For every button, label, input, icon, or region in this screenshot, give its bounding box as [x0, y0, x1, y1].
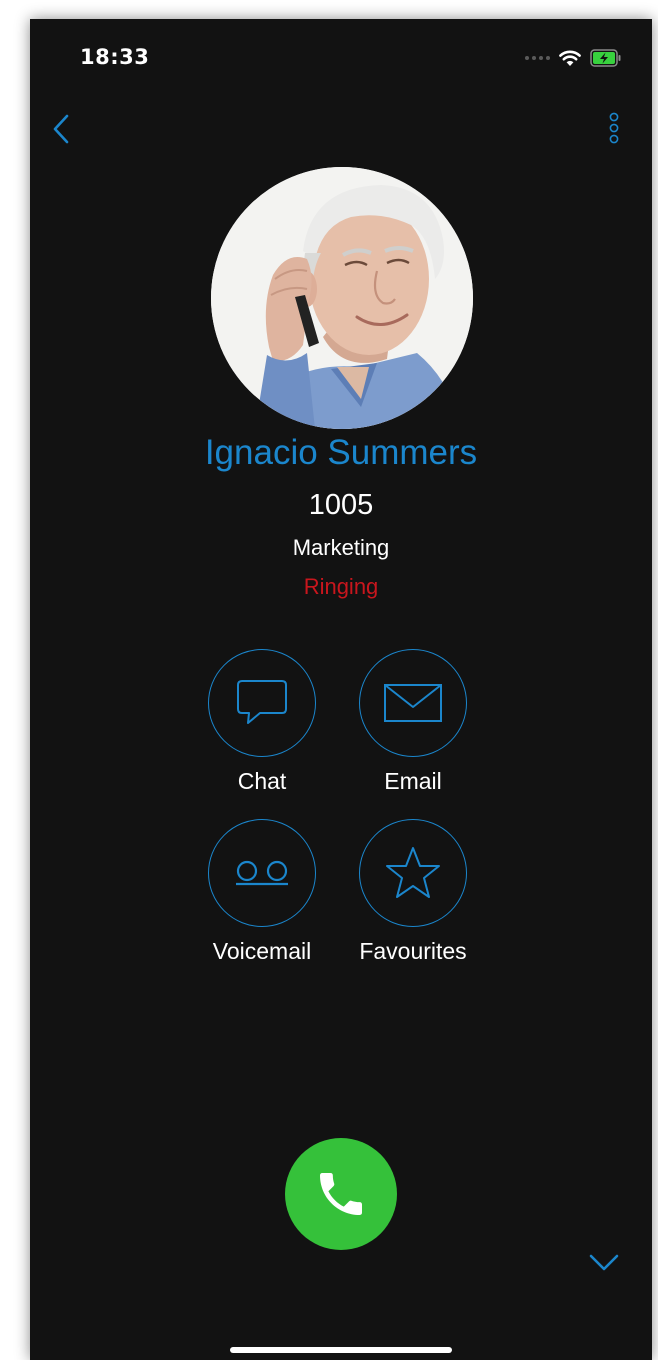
voicemail-button-circle[interactable] [208, 819, 316, 927]
status-indicators [525, 48, 622, 68]
favourites-button[interactable]: Favourites [338, 819, 488, 965]
contact-avatar [211, 167, 473, 429]
voicemail-button[interactable]: Voicemail [187, 819, 337, 965]
voicemail-label: Voicemail [212, 938, 312, 964]
phone-screen: 18:33 Ignacio Summers 1005 Marketing Rin… [30, 19, 652, 1360]
chat-bubble-icon [237, 680, 287, 724]
chevron-left-icon [53, 114, 69, 144]
home-indicator[interactable] [230, 1347, 452, 1353]
email-label: Email [384, 768, 442, 794]
chat-button[interactable]: Chat [187, 649, 337, 795]
chat-button-circle[interactable] [208, 649, 316, 757]
phone-icon [320, 1173, 362, 1215]
wifi-icon [559, 50, 581, 66]
email-button-circle[interactable] [359, 649, 467, 757]
more-options-button[interactable] [606, 111, 622, 151]
star-icon [386, 847, 440, 898]
contact-department: Marketing [292, 535, 390, 560]
favourites-label: Favourites [359, 938, 467, 964]
contact-name: Ignacio Summers [204, 433, 478, 472]
signal-strength-icon [525, 56, 550, 60]
status-time: 18:33 [80, 45, 150, 69]
call-status: Ringing [303, 574, 379, 599]
contact-photo [211, 167, 473, 429]
envelope-icon [384, 684, 442, 722]
chevron-down-icon [589, 1254, 619, 1271]
back-button[interactable] [48, 111, 76, 147]
voicemail-icon [236, 860, 288, 886]
battery-charging-icon [590, 49, 621, 67]
screenshot-frame: 18:33 Ignacio Summers 1005 Marketing Rin… [0, 0, 658, 1360]
email-button[interactable]: Email [338, 649, 488, 795]
call-button[interactable] [285, 1138, 397, 1250]
contact-extension: 1005 [308, 489, 374, 521]
collapse-button[interactable] [586, 1251, 622, 1275]
vertical-dots-icon [609, 112, 619, 144]
favourites-button-circle[interactable] [359, 819, 467, 927]
chat-label: Chat [237, 768, 287, 794]
